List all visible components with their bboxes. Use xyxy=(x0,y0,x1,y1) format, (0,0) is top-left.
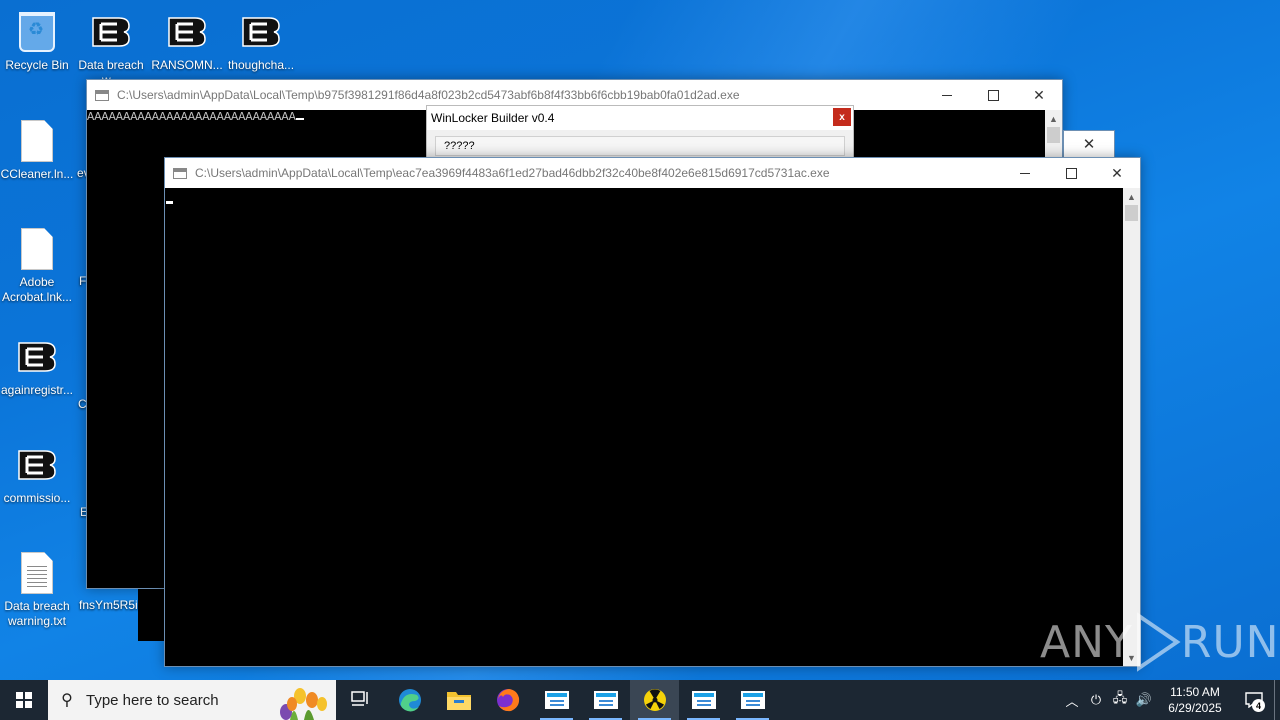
radiation-icon xyxy=(643,689,666,711)
desktop-icon-ccleaner[interactable]: CCleaner.ln... xyxy=(0,117,74,182)
desktop-icon-data-breach[interactable]: Data breach w... xyxy=(74,8,148,88)
desktop-icon-label: Adobe Acrobat.lnk... xyxy=(1,275,73,304)
desktop-icon-label: Recycle Bin xyxy=(5,58,69,72)
recycle-bin-icon xyxy=(13,8,61,56)
vertical-scrollbar[interactable]: ▲ ▼ xyxy=(1123,188,1140,666)
console-app-icon xyxy=(95,89,109,101)
task-view-icon xyxy=(350,691,368,706)
console-window-icon xyxy=(544,691,569,709)
show-hidden-icons-chevron-icon[interactable]: ︿ xyxy=(1060,691,1084,710)
anyrun-watermark: ANY RUN xyxy=(1040,612,1280,672)
text-file-icon xyxy=(13,549,61,597)
desktop-icon-thoughcha[interactable]: thoughcha... xyxy=(224,8,298,73)
background-window-close-button[interactable]: ✕ xyxy=(1063,130,1115,158)
dialog-close-button[interactable]: x xyxy=(833,108,851,126)
desktop-icon-againregistr[interactable]: againregistr... xyxy=(0,333,74,398)
show-desktop-button[interactable] xyxy=(1274,680,1280,720)
taskbar-console-window-1[interactable] xyxy=(532,680,581,720)
desktop-icon-data-breach-warning[interactable]: Data breach warning.txt xyxy=(0,549,74,629)
desktop-icon-label: CCleaner.ln... xyxy=(0,167,74,181)
text-cursor xyxy=(295,118,304,120)
tulips-illustration-icon xyxy=(280,688,327,720)
desktop-icon-commissio[interactable]: commissio... xyxy=(0,441,74,506)
desktop-icon-label: RANSOMN... xyxy=(151,58,223,72)
minimize-button[interactable] xyxy=(1002,158,1048,188)
search-placeholder: Type here to search xyxy=(86,691,219,709)
taskbar-firefox[interactable] xyxy=(483,680,532,720)
taskbar-search-box[interactable]: ⚲ Type here to search xyxy=(48,680,336,720)
volume-icon[interactable]: 🔊 xyxy=(1132,692,1156,708)
title-bar[interactable]: C:\Users\admin\AppData\Local\Temp\eac7ea… xyxy=(165,158,1140,188)
taskbar: ⚲ Type here to search ︿ ⏻ 🖧 🔊 11:50 AM 6… xyxy=(0,680,1280,720)
maximize-button[interactable] xyxy=(1048,158,1094,188)
window-title: C:\Users\admin\AppData\Local\Temp\eac7ea… xyxy=(195,166,830,180)
taskbar-winlocker[interactable] xyxy=(630,680,679,720)
system-tray: ︿ ⏻ 🖧 🔊 11:50 AM 6/29/2025 4 xyxy=(1060,680,1280,720)
console-app-icon xyxy=(173,167,187,179)
console-window-front[interactable]: C:\Users\admin\AppData\Local\Temp\eac7ea… xyxy=(164,157,1141,667)
window-title: C:\Users\admin\AppData\Local\Temp\b975f3… xyxy=(117,88,740,102)
watermark-left: ANY xyxy=(1040,616,1133,668)
eb-logo-icon xyxy=(87,8,135,56)
desktop-icon-label: Data breach warning.txt xyxy=(4,599,70,628)
task-view-button[interactable] xyxy=(336,680,385,720)
firefox-icon xyxy=(496,689,519,712)
clock-time: 11:50 AM xyxy=(1170,685,1220,699)
clock-date: 6/29/2025 xyxy=(1168,701,1222,715)
windows-logo-icon xyxy=(16,692,32,708)
eb-logo-icon xyxy=(13,333,61,381)
watermark-right: RUN xyxy=(1180,616,1280,668)
action-center-button[interactable]: 4 xyxy=(1234,680,1274,720)
console-text: AAAAAAAAAAAAAAAAAAAAAAAAAAAAA xyxy=(87,110,296,124)
usb-device-icon[interactable]: ⏻ xyxy=(1084,692,1108,708)
network-icon[interactable]: 🖧 xyxy=(1108,689,1132,711)
desktop-icon-label: thoughcha... xyxy=(227,58,295,72)
desktop-icon-label: againregistr... xyxy=(0,383,74,397)
taskbar-edge[interactable] xyxy=(385,680,434,720)
text-cursor xyxy=(166,201,173,204)
taskbar-console-window-2[interactable] xyxy=(581,680,630,720)
close-button[interactable]: ✕ xyxy=(1094,158,1140,188)
desktop-icon-label: commissio... xyxy=(3,491,71,505)
dialog-title: WinLocker Builder v0.4 xyxy=(427,106,853,130)
close-button[interactable]: ✕ xyxy=(1016,80,1062,110)
desktop-icon-ransomn[interactable]: RANSOMN... xyxy=(150,8,224,73)
start-button[interactable] xyxy=(0,680,48,720)
console-window-icon xyxy=(740,691,765,709)
eb-logo-icon xyxy=(163,8,211,56)
desktop-icon-recycle-bin[interactable]: Recycle Bin xyxy=(0,8,74,73)
document-icon xyxy=(13,225,61,273)
scroll-up-arrow-icon[interactable]: ▲ xyxy=(1045,110,1062,127)
maximize-button[interactable] xyxy=(970,80,1016,110)
scroll-thumb[interactable] xyxy=(1125,205,1138,221)
eb-logo-icon xyxy=(237,8,285,56)
taskbar-console-window-4[interactable] xyxy=(728,680,777,720)
console-window-icon xyxy=(593,691,618,709)
winlocker-dialog[interactable]: WinLocker Builder v0.4 x ????? xyxy=(426,105,854,160)
scroll-up-arrow-icon[interactable]: ▲ xyxy=(1123,188,1140,205)
minimize-button[interactable] xyxy=(924,80,970,110)
console-output[interactable] xyxy=(165,188,1123,666)
taskbar-file-explorer[interactable] xyxy=(434,680,483,720)
taskbar-console-window-3[interactable] xyxy=(679,680,728,720)
play-triangle-icon xyxy=(1136,612,1181,672)
eb-logo-icon xyxy=(13,441,61,489)
document-icon xyxy=(13,117,61,165)
clock[interactable]: 11:50 AM 6/29/2025 xyxy=(1156,684,1234,716)
desktop-icon-adobe-acrobat[interactable]: Adobe Acrobat.lnk... xyxy=(0,225,74,305)
notification-count-badge: 4 xyxy=(1252,699,1265,712)
search-icon: ⚲ xyxy=(61,692,73,709)
folder-icon xyxy=(446,692,471,710)
edge-browser-icon xyxy=(398,689,421,712)
dialog-field: ????? xyxy=(435,136,845,156)
console-window-icon xyxy=(691,691,716,709)
scroll-thumb[interactable] xyxy=(1047,127,1060,143)
